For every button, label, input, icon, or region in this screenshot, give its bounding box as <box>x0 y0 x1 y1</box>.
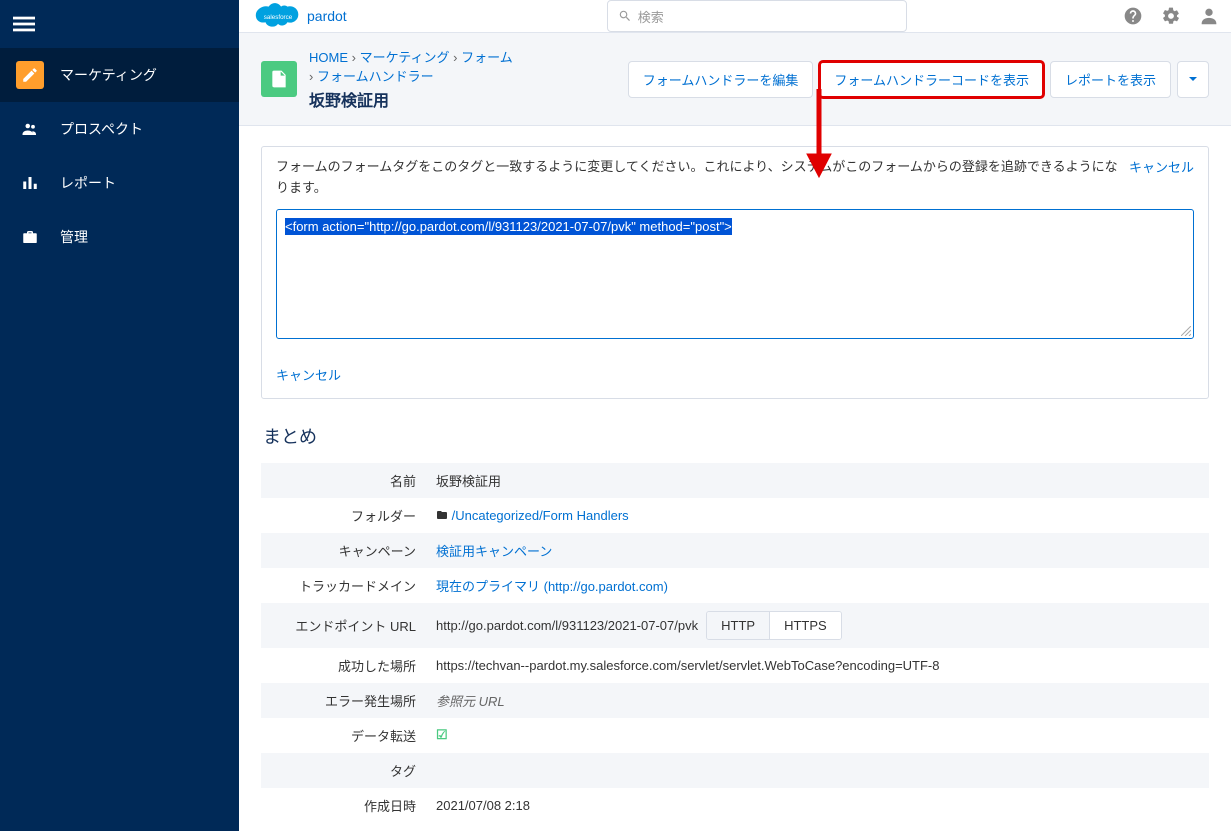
value-tag <box>426 753 1209 788</box>
sidebar-item-marketing[interactable]: マーケティング <box>0 48 239 102</box>
cancel-link-top[interactable]: キャンセル <box>1129 157 1194 176</box>
http-toggle[interactable]: HTTP <box>707 612 770 639</box>
sidebar-item-reports[interactable]: レポート <box>0 156 239 210</box>
label-endpoint: エンドポイント URL <box>261 603 426 648</box>
show-code-button[interactable]: フォームハンドラーコードを表示 <box>819 61 1044 98</box>
https-toggle[interactable]: HTTPS <box>770 612 841 639</box>
value-success: https://techvan--pardot.my.salesforce.co… <box>426 648 1209 683</box>
more-actions-button[interactable] <box>1177 61 1209 98</box>
main: salesforce pardot 検索 <box>239 0 1231 831</box>
sidebar-item-label: マーケティング <box>60 65 157 85</box>
sidebar-item-label: プロスペクト <box>60 119 143 139</box>
logo-sub: pardot <box>307 8 347 24</box>
sidebar-item-admin[interactable]: 管理 <box>0 210 239 264</box>
gear-icon[interactable] <box>1159 4 1183 28</box>
search-placeholder: 検索 <box>638 7 664 26</box>
summary-heading: まとめ <box>263 423 1209 449</box>
label-created: 作成日時 <box>261 788 426 823</box>
edit-handler-button[interactable]: フォームハンドラーを編集 <box>628 61 814 98</box>
search-input[interactable]: 検索 <box>607 0 907 32</box>
group-icon <box>16 115 44 143</box>
logo: salesforce pardot <box>253 0 347 32</box>
page-icon <box>261 61 297 97</box>
sidebar: マーケティング プロスペクト レポート 管理 <box>0 0 239 831</box>
label-folder: フォルダー <box>261 498 426 533</box>
label-name: 名前 <box>261 463 426 498</box>
main-header: salesforce pardot 検索 <box>239 0 1231 32</box>
crumb-marketing[interactable]: マーケティング <box>360 50 450 65</box>
breadcrumb: HOME › マーケティング › フォーム › フォームハンドラー <box>309 47 513 85</box>
form-code: <form action="http://go.pardot.com/l/931… <box>285 218 732 235</box>
pencil-icon <box>16 61 44 89</box>
protocol-toggle: HTTP HTTPS <box>706 611 842 640</box>
crumb-form[interactable]: フォーム <box>461 50 513 65</box>
summary-table: 名前 坂野検証用 フォルダー /Uncategorized/Form Handl… <box>261 463 1209 823</box>
svg-text:salesforce: salesforce <box>264 14 293 21</box>
menu-toggle[interactable] <box>0 0 48 48</box>
user-icon[interactable] <box>1197 4 1221 28</box>
value-created: 2021/07/08 2:18 <box>426 788 1209 823</box>
code-textarea[interactable]: <form action="http://go.pardot.com/l/931… <box>276 209 1194 339</box>
show-report-button[interactable]: レポートを表示 <box>1050 61 1171 98</box>
bar-chart-icon <box>16 169 44 197</box>
label-tracker: トラッカードメイン <box>261 568 426 603</box>
panel-message: フォームのフォームタグをこのタグと一致するように変更してください。これにより、シ… <box>276 159 1118 195</box>
check-icon: ☑ <box>436 727 448 742</box>
value-endpoint: http://go.pardot.com/l/931123/2021-07-07… <box>436 618 698 633</box>
sidebar-item-label: レポート <box>60 173 116 193</box>
label-tag: タグ <box>261 753 426 788</box>
label-success: 成功した場所 <box>261 648 426 683</box>
label-transfer: データ転送 <box>261 718 426 753</box>
label-campaign: キャンペーン <box>261 533 426 568</box>
value-folder[interactable]: /Uncategorized/Form Handlers <box>452 508 629 523</box>
resize-handle-icon[interactable] <box>1181 326 1191 336</box>
code-panel: フォームのフォームタグをこのタグと一致するように変更してください。これにより、シ… <box>261 146 1209 399</box>
value-tracker[interactable]: 現在のプライマリ (http://go.pardot.com) <box>436 579 668 594</box>
hamburger-icon <box>13 13 35 35</box>
crumb-form-handler[interactable]: フォームハンドラー <box>317 69 434 84</box>
folder-icon <box>436 509 448 521</box>
value-error: 参照元 URL <box>426 683 1209 718</box>
cancel-link-bottom[interactable]: キャンセル <box>276 368 341 383</box>
label-error: エラー発生場所 <box>261 683 426 718</box>
value-name: 坂野検証用 <box>426 463 1209 498</box>
help-icon[interactable] <box>1121 4 1145 28</box>
search-icon <box>618 9 632 23</box>
page-title: 坂野検証用 <box>309 87 513 111</box>
caret-down-icon <box>1188 74 1198 84</box>
crumb-home[interactable]: HOME <box>309 50 348 65</box>
page-bar: HOME › マーケティング › フォーム › フォームハンドラー 坂野検証用 … <box>239 32 1231 126</box>
sidebar-item-label: 管理 <box>60 227 88 247</box>
salesforce-cloud-icon: salesforce <box>253 0 303 32</box>
value-campaign[interactable]: 検証用キャンペーン <box>436 544 552 559</box>
briefcase-icon <box>16 223 44 251</box>
sidebar-item-prospects[interactable]: プロスペクト <box>0 102 239 156</box>
